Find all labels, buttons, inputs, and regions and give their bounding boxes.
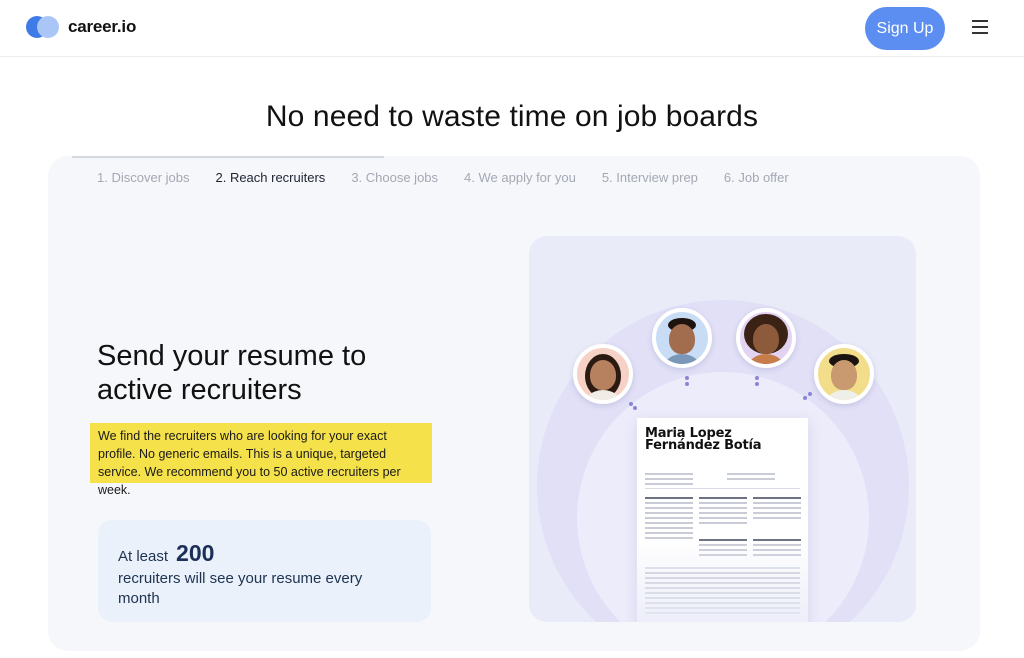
recruiter-avatar-4: [814, 344, 874, 404]
tab-choose-jobs[interactable]: 3. Choose jobs: [351, 170, 438, 185]
tab-reach-recruiters[interactable]: 2. Reach recruiters: [215, 170, 325, 185]
step-tabs: 1. Discover jobs 2. Reach recruiters 3. …: [97, 170, 815, 185]
stat-card: At least 200 recruiters will see your re…: [98, 520, 431, 622]
stat-number: 200: [176, 540, 215, 566]
stat-prefix: At least: [118, 548, 169, 565]
recruiters-illustration: Maria Lopez Fernández Botía: [529, 236, 916, 622]
logo-text: career.io: [68, 17, 137, 36]
resume-name: Maria Lopez Fernández Botía: [645, 426, 762, 453]
feature-title: Send your resume to active recruiters: [97, 340, 367, 406]
stat-suffix: recruiters will see your resume every mo…: [118, 570, 363, 607]
recruiter-avatar-3: [736, 308, 796, 368]
hamburger-menu-icon[interactable]: [972, 20, 990, 36]
resume-preview: Maria Lopez Fernández Botía: [637, 418, 808, 622]
tab-we-apply-for-you[interactable]: 4. We apply for you: [464, 170, 576, 185]
logo-icon: [26, 16, 60, 38]
sign-up-button[interactable]: Sign Up: [865, 7, 945, 50]
step-progress-indicator: [72, 156, 384, 158]
recruiter-avatar-1: [573, 344, 633, 404]
tab-discover-jobs[interactable]: 1. Discover jobs: [97, 170, 189, 185]
top-nav: career.io Sign Up: [0, 0, 1024, 57]
logo[interactable]: career.io: [26, 16, 136, 38]
tab-job-offer[interactable]: 6. Job offer: [724, 170, 789, 185]
page-title: No need to waste time on job boards: [265, 100, 759, 133]
tab-interview-prep[interactable]: 5. Interview prep: [602, 170, 698, 185]
feature-description: We find the recruiters who are looking f…: [90, 423, 432, 497]
recruiter-avatar-2: [652, 308, 712, 368]
